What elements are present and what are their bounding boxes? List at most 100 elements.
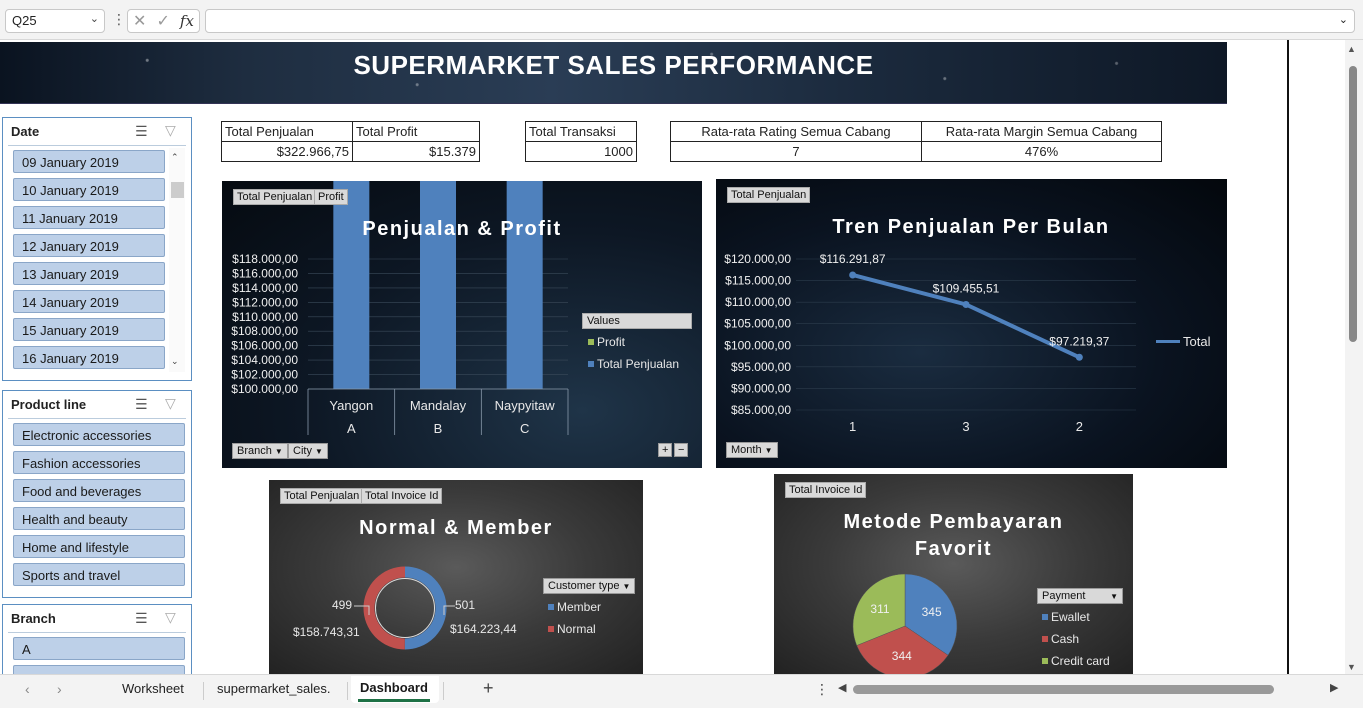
field-button[interactable]: Profit — [314, 189, 348, 205]
expand-formula-icon[interactable]: ⌄ — [1339, 13, 1348, 26]
month-filter-button[interactable]: Month ▼ — [726, 442, 778, 458]
kpi-transactions-table: Total Transaksi 1000 — [525, 121, 637, 162]
legend-swatch — [548, 626, 554, 632]
kpi-header[interactable]: Total Transaksi — [525, 121, 637, 142]
collapse-button[interactable]: − — [674, 443, 689, 457]
slicer-item[interactable]: 12 January 2019 — [13, 234, 165, 257]
scroll-down-icon[interactable]: ▼ — [1347, 662, 1356, 672]
tab-dashboard[interactable]: Dashboard — [360, 680, 428, 695]
clear-filter-icon[interactable]: ▽ — [165, 122, 176, 139]
customer-type-filter-button[interactable]: Customer type ▼ — [543, 578, 636, 594]
y-tick-label: $115.000,00 — [725, 274, 791, 288]
prev-sheet-icon[interactable]: ‹ — [25, 681, 30, 697]
field-button[interactable]: Total Penjualan — [280, 488, 364, 504]
slicer-item[interactable]: 09 January 2019 — [13, 150, 165, 173]
bar — [333, 181, 370, 389]
date-slicer[interactable]: Date ☰ ▽ ⌃ ⌄ 09 January 2019 10 January … — [2, 117, 192, 381]
payment-filter-button[interactable]: Payment ▼ — [1037, 588, 1123, 604]
slicer-item[interactable]: Health and beauty — [13, 507, 185, 530]
payment-method-chart[interactable]: 345 344 311 Total Invoice Id Metode Pembay… — [774, 474, 1133, 674]
monthly-trend-chart[interactable]: $85.000,00 $90.000,00 $95.000,00 $100.000,0… — [716, 179, 1227, 468]
slicer-item[interactable]: Home and lifestyle — [13, 535, 185, 558]
y-tick-label: $105.000,00 — [724, 317, 791, 331]
filter-label: City — [293, 445, 312, 457]
scroll-right-icon[interactable]: ▶ — [1330, 681, 1338, 694]
kpi-value[interactable]: 1000 — [525, 141, 637, 162]
next-sheet-icon[interactable]: › — [57, 681, 62, 697]
multi-select-icon[interactable]: ☰ — [135, 123, 148, 140]
y-tick-label: $100.000,00 — [724, 338, 791, 352]
slicer-item[interactable]: 14 January 2019 — [13, 290, 165, 313]
legend-header[interactable]: Values — [582, 313, 692, 329]
chevron-up-icon[interactable]: ⌃ — [171, 152, 179, 163]
tab-supermarket-sales[interactable]: supermarket_sales. — [217, 681, 330, 696]
slicer-item[interactable]: 16 January 2019 — [13, 346, 165, 369]
customer-type-chart[interactable]: Total Penjualan Total Invoice Id Normal … — [269, 480, 643, 674]
sales-profit-chart[interactable]: $100.000,00 $102.000,00 $104.000,00 $106.00… — [222, 181, 702, 468]
data-point — [1075, 353, 1083, 361]
legend-item: Normal — [548, 622, 596, 636]
kpi-value[interactable]: $15.379 — [352, 141, 480, 162]
tab-worksheet[interactable]: Worksheet — [122, 681, 184, 696]
data-label: $164.223,44 — [450, 622, 517, 636]
slicer-item[interactable]: Fashion accessories — [13, 451, 185, 474]
dropdown-arrow-icon: ▼ — [764, 446, 773, 455]
vertical-scroll-thumb[interactable] — [1349, 66, 1357, 342]
expand-button[interactable]: + — [658, 443, 673, 457]
slicer-scroll-thumb[interactable] — [171, 182, 184, 198]
insert-function-icon[interactable]: fx — [180, 12, 194, 30]
field-button[interactable]: Total Penjualan — [233, 189, 317, 205]
horizontal-scroll-thumb[interactable] — [853, 685, 1274, 694]
city-filter-button[interactable]: City ▼ — [288, 443, 328, 459]
name-box[interactable]: Q25 ⌄ — [5, 9, 105, 33]
scroll-up-icon[interactable]: ▲ — [1347, 44, 1356, 54]
field-button[interactable]: Total Invoice Id — [361, 488, 443, 504]
legend-swatch — [1042, 636, 1048, 642]
enter-icon[interactable]: ✓ — [156, 11, 169, 31]
field-button[interactable]: Total Invoice Id — [785, 482, 867, 498]
slicer-item[interactable]: Electronic accessories — [13, 423, 185, 446]
kpi-value[interactable]: 7 — [670, 141, 922, 162]
add-sheet-button[interactable]: + — [483, 678, 494, 699]
data-label: $97.219,37 — [1049, 334, 1109, 348]
slicer-item[interactable]: 11 January 2019 — [13, 206, 165, 229]
slicer-item[interactable]: Sports and travel — [13, 563, 185, 586]
data-label: 345 — [922, 605, 942, 619]
kpi-header[interactable]: Rata-rata Rating Semua Cabang — [670, 121, 922, 142]
branch-slicer[interactable]: Branch ☰ ▽ A — [2, 604, 192, 688]
clear-filter-icon[interactable]: ▽ — [165, 395, 176, 412]
chevron-down-icon[interactable]: ⌄ — [171, 356, 179, 367]
scroll-left-icon[interactable]: ◀ — [838, 681, 846, 694]
legend-label: Total — [1183, 334, 1211, 349]
legend-item: Profit — [588, 335, 625, 349]
field-button[interactable]: Total Penjualan — [727, 187, 811, 203]
more-options-icon[interactable]: ⋮ — [815, 681, 829, 698]
product-line-slicer[interactable]: Product line ☰ ▽ Electronic accessories … — [2, 390, 192, 598]
kpi-value[interactable]: 476% — [921, 141, 1162, 162]
data-label: $158.743,31 — [293, 625, 360, 639]
slicer-item[interactable]: 13 January 2019 — [13, 262, 165, 285]
kpi-header[interactable]: Total Penjualan — [221, 121, 353, 142]
clear-filter-icon[interactable]: ▽ — [165, 609, 176, 626]
bar — [506, 181, 543, 389]
x-tick-label: B — [434, 421, 443, 436]
more-icon[interactable]: ⋮ — [112, 11, 126, 28]
legend-label: Ewallet — [1051, 610, 1090, 624]
y-tick-label: $114.000,00 — [232, 281, 298, 295]
formula-input[interactable]: ⌄ — [205, 9, 1355, 33]
chevron-down-icon[interactable]: ⌄ — [90, 12, 99, 25]
legend-item: Cash — [1042, 632, 1079, 646]
kpi-value[interactable]: $322.966,75 — [221, 141, 353, 162]
slicer-item[interactable]: Food and beverages — [13, 479, 185, 502]
multi-select-icon[interactable]: ☰ — [135, 396, 148, 413]
kpi-header[interactable]: Rata-rata Margin Semua Cabang — [921, 121, 1162, 142]
legend-swatch — [1042, 614, 1048, 620]
slicer-item[interactable]: A — [13, 637, 185, 660]
legend-label: Member — [557, 600, 602, 614]
branch-filter-button[interactable]: Branch ▼ — [232, 443, 288, 459]
cancel-icon[interactable]: ✕ — [133, 11, 146, 31]
kpi-header[interactable]: Total Profit — [352, 121, 480, 142]
slicer-item[interactable]: 15 January 2019 — [13, 318, 165, 341]
multi-select-icon[interactable]: ☰ — [135, 610, 148, 627]
slicer-item[interactable]: 10 January 2019 — [13, 178, 165, 201]
